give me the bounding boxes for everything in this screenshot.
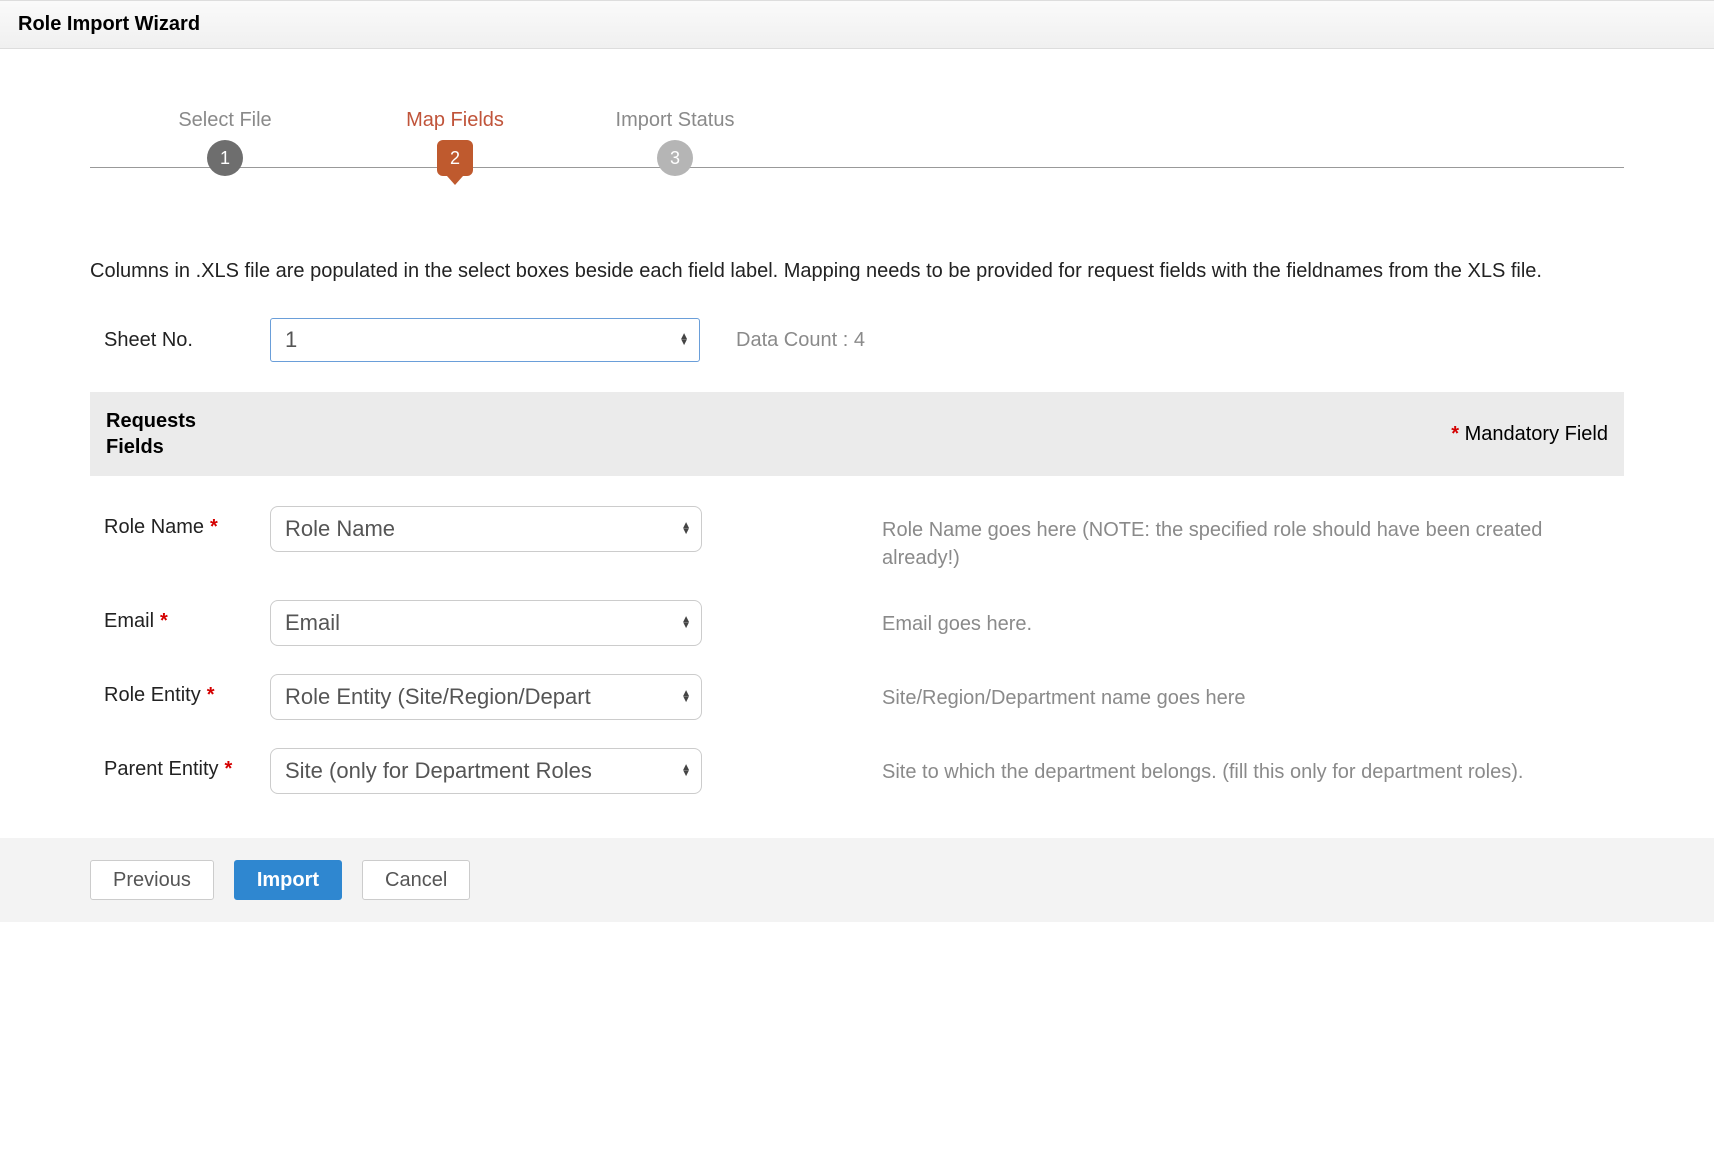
step-marker: 1 bbox=[207, 140, 243, 176]
select-arrows-icon: ▲▼ bbox=[681, 691, 691, 703]
field-row-role-name: Role Name* Role Name ▲▼ Role Name goes h… bbox=[90, 506, 1624, 572]
mandatory-star-icon: * bbox=[1451, 423, 1459, 445]
email-hint: Email goes here. bbox=[702, 600, 1624, 638]
select-arrows-icon: ▲▼ bbox=[681, 765, 691, 777]
parent-entity-label: Parent Entity* bbox=[90, 748, 270, 781]
step-select-file[interactable]: Select File 1 bbox=[140, 109, 310, 176]
sheet-no-select[interactable]: 1 ▲▼ bbox=[270, 318, 700, 362]
field-row-role-entity: Role Entity* Role Entity (Site/Region/De… bbox=[90, 674, 1624, 720]
step-map-fields[interactable]: Map Fields 2 bbox=[370, 109, 540, 176]
step-import-status[interactable]: Import Status 3 bbox=[590, 109, 760, 176]
stepper: Select File 1 Map Fields 2 Import Status… bbox=[90, 109, 1624, 176]
email-label: Email* bbox=[90, 600, 270, 633]
email-value: Email bbox=[285, 610, 340, 636]
footer-buttons: Previous Import Cancel bbox=[0, 838, 1714, 922]
step-label: Select File bbox=[140, 109, 310, 132]
role-entity-value: Role Entity (Site/Region/Depart bbox=[285, 684, 591, 710]
email-select[interactable]: Email ▲▼ bbox=[270, 600, 702, 646]
role-entity-label: Role Entity* bbox=[90, 674, 270, 707]
required-star-icon: * bbox=[160, 610, 168, 632]
role-entity-select[interactable]: Role Entity (Site/Region/Depart ▲▼ bbox=[270, 674, 702, 720]
select-arrows-icon: ▲▼ bbox=[681, 523, 691, 535]
role-entity-hint: Site/Region/Department name goes here bbox=[702, 674, 1624, 712]
step-label: Import Status bbox=[590, 109, 760, 132]
requests-fields-header: RequestsFields * Mandatory Field bbox=[90, 392, 1624, 476]
page-title: Role Import Wizard bbox=[18, 13, 1696, 36]
content-area: Select File 1 Map Fields 2 Import Status… bbox=[0, 49, 1714, 794]
field-row-parent-entity: Parent Entity* Site (only for Department… bbox=[90, 748, 1624, 794]
import-button[interactable]: Import bbox=[234, 860, 342, 900]
page-header: Role Import Wizard bbox=[0, 0, 1714, 49]
parent-entity-select[interactable]: Site (only for Department Roles ▲▼ bbox=[270, 748, 702, 794]
select-arrows-icon: ▲▼ bbox=[681, 617, 691, 629]
instructions-text: Columns in .XLS file are populated in th… bbox=[90, 256, 1624, 286]
required-star-icon: * bbox=[225, 758, 233, 780]
role-name-value: Role Name bbox=[285, 516, 395, 542]
required-star-icon: * bbox=[207, 684, 215, 706]
parent-entity-value: Site (only for Department Roles bbox=[285, 758, 592, 784]
select-arrows-icon: ▲▼ bbox=[679, 334, 689, 346]
step-label: Map Fields bbox=[370, 109, 540, 132]
requests-fields-title: RequestsFields bbox=[106, 408, 196, 460]
step-marker: 3 bbox=[657, 140, 693, 176]
previous-button[interactable]: Previous bbox=[90, 860, 214, 900]
role-name-hint: Role Name goes here (NOTE: the specified… bbox=[702, 506, 1624, 572]
step-marker: 2 bbox=[437, 140, 473, 176]
role-name-select[interactable]: Role Name ▲▼ bbox=[270, 506, 702, 552]
cancel-button[interactable]: Cancel bbox=[362, 860, 470, 900]
sheet-no-label: Sheet No. bbox=[90, 329, 270, 352]
parent-entity-hint: Site to which the department belongs. (f… bbox=[702, 748, 1624, 786]
role-name-label: Role Name* bbox=[90, 506, 270, 539]
data-count-label: Data Count : 4 bbox=[736, 329, 865, 352]
mandatory-field-note: * Mandatory Field bbox=[1451, 423, 1608, 446]
sheet-row: Sheet No. 1 ▲▼ Data Count : 4 bbox=[90, 318, 1624, 362]
required-star-icon: * bbox=[210, 516, 218, 538]
sheet-no-value: 1 bbox=[285, 327, 297, 353]
field-row-email: Email* Email ▲▼ Email goes here. bbox=[90, 600, 1624, 646]
